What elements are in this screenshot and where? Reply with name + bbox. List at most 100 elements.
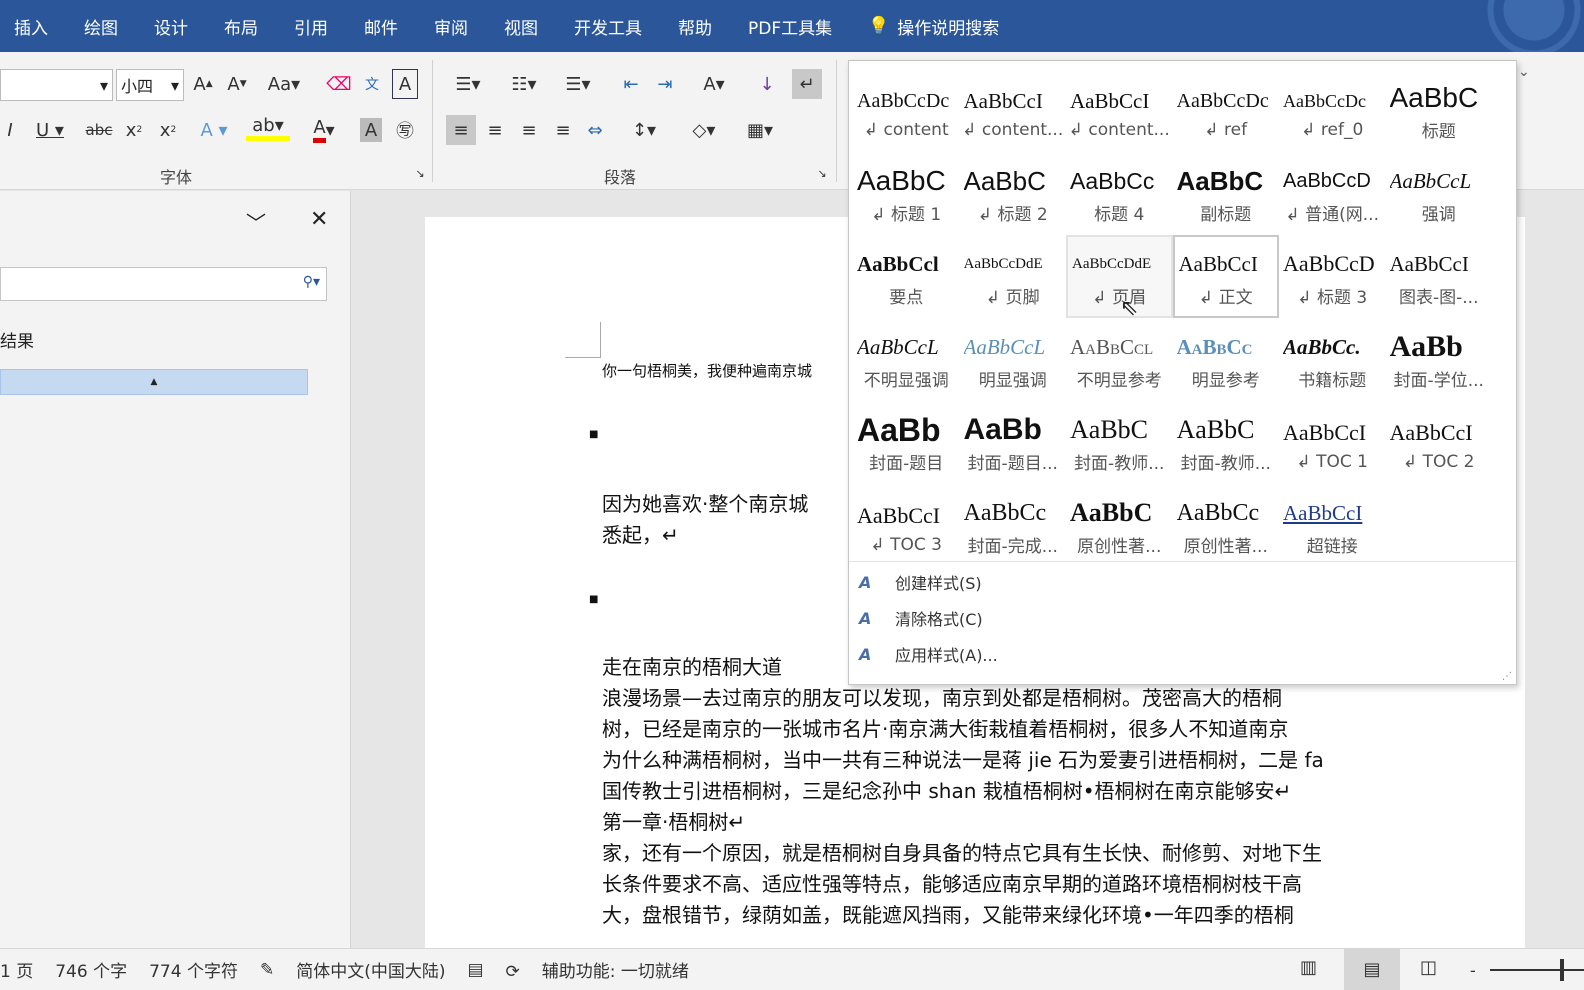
- tab-7[interactable]: 视图: [504, 14, 538, 39]
- subscript-button[interactable]: x2: [122, 115, 146, 145]
- phonetic-guide-button[interactable]: 文: [358, 69, 386, 99]
- align-left-button[interactable]: ≡: [446, 115, 476, 145]
- style-item[interactable]: AaBbCcL 不明显强调: [853, 318, 960, 401]
- word-count[interactable]: 746 个字: [55, 957, 127, 982]
- style-menu-item[interactable]: A 创建样式(S): [849, 564, 1516, 600]
- style-item[interactable]: AaBbCcI ↲ 正文: [1172, 235, 1279, 318]
- style-item[interactable]: AaBbCcl 要点: [853, 235, 960, 318]
- clear-format-button[interactable]: ⌫: [326, 69, 352, 99]
- font-size-combo[interactable]: 小四 ▾: [116, 69, 184, 101]
- style-item[interactable]: AaBbCc 封面-完成...: [960, 484, 1067, 567]
- superscript-button[interactable]: x2: [156, 115, 180, 145]
- close-icon[interactable]: ✕: [310, 207, 328, 232]
- search-icon[interactable]: ⚲▾: [303, 274, 320, 290]
- style-item[interactable]: AaBbCc 原创性著...: [1173, 484, 1280, 567]
- zoom-slider-thumb[interactable]: [1560, 959, 1564, 981]
- multilevel-list-button[interactable]: ☰▾: [556, 69, 600, 99]
- italic-button[interactable]: I: [0, 115, 20, 145]
- style-item[interactable]: AaBbC ↲ 标题 2: [960, 152, 1067, 235]
- proofing-icon[interactable]: ✎: [260, 960, 274, 980]
- tab-2[interactable]: 设计: [154, 14, 188, 39]
- web-layout-icon[interactable]: ◫: [1420, 957, 1437, 978]
- tab-9[interactable]: 帮助: [678, 14, 712, 39]
- read-mode-icon[interactable]: ▥: [1300, 957, 1317, 978]
- style-menu-item[interactable]: A 应用样式(A)...: [849, 636, 1516, 672]
- style-item[interactable]: AaBbCcL 强调: [1386, 152, 1493, 235]
- text-effects-button[interactable]: A ▾: [194, 115, 234, 145]
- tab-6[interactable]: 审阅: [434, 14, 468, 39]
- zoom-out-button[interactable]: -: [1470, 961, 1476, 980]
- accessibility-status[interactable]: ⟳ 辅助功能: 一切就绪: [506, 957, 711, 982]
- print-layout-icon[interactable]: ▤: [1344, 949, 1400, 990]
- distributed-button[interactable]: ⇔: [582, 115, 608, 145]
- style-item[interactable]: AaBbC 封面-教师...: [1066, 401, 1173, 484]
- nav-result-item[interactable]: ▲: [0, 369, 308, 395]
- tab-10[interactable]: PDF工具集: [748, 14, 832, 39]
- align-center-button[interactable]: ≡: [482, 115, 508, 145]
- bullets-button[interactable]: ☰▾: [446, 69, 490, 99]
- style-item[interactable]: AaBbCcDc ↲ ref: [1173, 69, 1280, 152]
- style-item[interactable]: AaBbCcI ↲ TOC 2: [1386, 401, 1493, 484]
- nav-search-input[interactable]: ⚲▾: [0, 267, 327, 301]
- style-item[interactable]: AaBbC 副标题: [1173, 152, 1280, 235]
- grow-font-button[interactable]: A ▲: [190, 69, 216, 99]
- char-border-button[interactable]: A: [392, 69, 418, 99]
- style-item[interactable]: AaBbCcI ↲ TOC 1: [1279, 401, 1386, 484]
- char-spacing-button[interactable]: A▾: [692, 69, 736, 99]
- style-item[interactable]: AaBbCcI ↲ content...: [1066, 69, 1173, 152]
- style-item[interactable]: AaBbC ↲ 标题 1: [853, 152, 960, 235]
- borders-button[interactable]: ▦▾: [738, 115, 782, 145]
- highlight-button[interactable]: ab▾: [246, 115, 290, 141]
- page-count[interactable]: 1 页: [0, 957, 33, 982]
- style-item[interactable]: AaBbCc. 书籍标题: [1279, 318, 1386, 401]
- justify-button[interactable]: ≡: [550, 115, 576, 145]
- results-tab[interactable]: 结果: [0, 327, 34, 352]
- line-spacing-button[interactable]: ↕▾: [622, 115, 666, 145]
- font-name-combo[interactable]: ▾: [0, 69, 113, 101]
- style-menu-item[interactable]: A 清除格式(C): [849, 600, 1516, 636]
- paragraph-dialog-launcher[interactable]: ↘: [814, 164, 830, 182]
- style-item[interactable]: AaBbCc 标题 4: [1066, 152, 1173, 235]
- font-dialog-launcher[interactable]: ↘: [412, 164, 428, 182]
- strikethrough-button[interactable]: abc: [84, 115, 114, 145]
- tab-8[interactable]: 开发工具: [574, 14, 642, 39]
- sort-button[interactable]: ↓: [754, 69, 780, 99]
- font-color-button[interactable]: A ▾: [302, 115, 346, 145]
- style-item[interactable]: AaBbCc 明显参考: [1173, 318, 1280, 401]
- enclose-char-button[interactable]: ㊢: [392, 115, 418, 145]
- style-item[interactable]: AaBbCcDc ↲ ref_0: [1279, 69, 1386, 152]
- style-item[interactable]: AaBb 封面-学位...: [1386, 318, 1493, 401]
- style-item[interactable]: AaBb 封面-题目: [853, 401, 960, 484]
- show-marks-button[interactable]: ↵: [792, 69, 822, 99]
- style-item[interactable]: AaBbC 原创性著...: [1066, 484, 1173, 567]
- style-item[interactable]: AaBbCcI 超链接: [1279, 484, 1386, 567]
- change-case-button[interactable]: Aa▾: [262, 69, 306, 99]
- language[interactable]: 简体中文(中国大陆): [296, 957, 445, 982]
- decrease-indent-button[interactable]: ⇤: [618, 69, 644, 99]
- style-item[interactable]: AaBb 封面-题目...: [960, 401, 1067, 484]
- char-shading-button[interactable]: A: [360, 118, 382, 142]
- style-item[interactable]: AaBbCcD ↲ 普通(网...: [1279, 152, 1386, 235]
- zoom-slider[interactable]: [1490, 969, 1584, 971]
- tab-5[interactable]: 邮件: [364, 14, 398, 39]
- shading-button[interactable]: ◇▾: [682, 115, 726, 145]
- style-item[interactable]: AaBbCcDc ↲ content: [853, 69, 960, 152]
- chevron-down-icon[interactable]: ﹀: [246, 207, 266, 236]
- style-item[interactable]: AaBbCcD ↲ 标题 3: [1279, 235, 1386, 318]
- style-item[interactable]: AaBbCcL 明显强调: [960, 318, 1067, 401]
- align-right-button[interactable]: ≡: [516, 115, 542, 145]
- tab-1[interactable]: 绘图: [84, 14, 118, 39]
- style-item[interactable]: AaBbCcDdE ↲ 页脚: [960, 235, 1067, 318]
- style-item[interactable]: AaBbCcl 不明显参考: [1066, 318, 1173, 401]
- style-item[interactable]: AaBbCcI 图表-图-...: [1386, 235, 1493, 318]
- style-item[interactable]: AaBbCcI ↲ content...: [960, 69, 1067, 152]
- resize-grip[interactable]: ⋰: [1502, 671, 1512, 682]
- tab-0[interactable]: 插入: [14, 14, 48, 39]
- numbering-button[interactable]: ☷▾: [502, 69, 546, 99]
- tab-3[interactable]: 布局: [224, 14, 258, 39]
- tab-4[interactable]: 引用: [294, 14, 328, 39]
- style-item[interactable]: AaBbC 标题: [1386, 69, 1493, 152]
- style-item[interactable]: AaBbC 封面-教师...: [1173, 401, 1280, 484]
- style-item[interactable]: AaBbCcI ↲ TOC 3: [853, 484, 960, 567]
- macro-icon[interactable]: ▤: [467, 960, 483, 980]
